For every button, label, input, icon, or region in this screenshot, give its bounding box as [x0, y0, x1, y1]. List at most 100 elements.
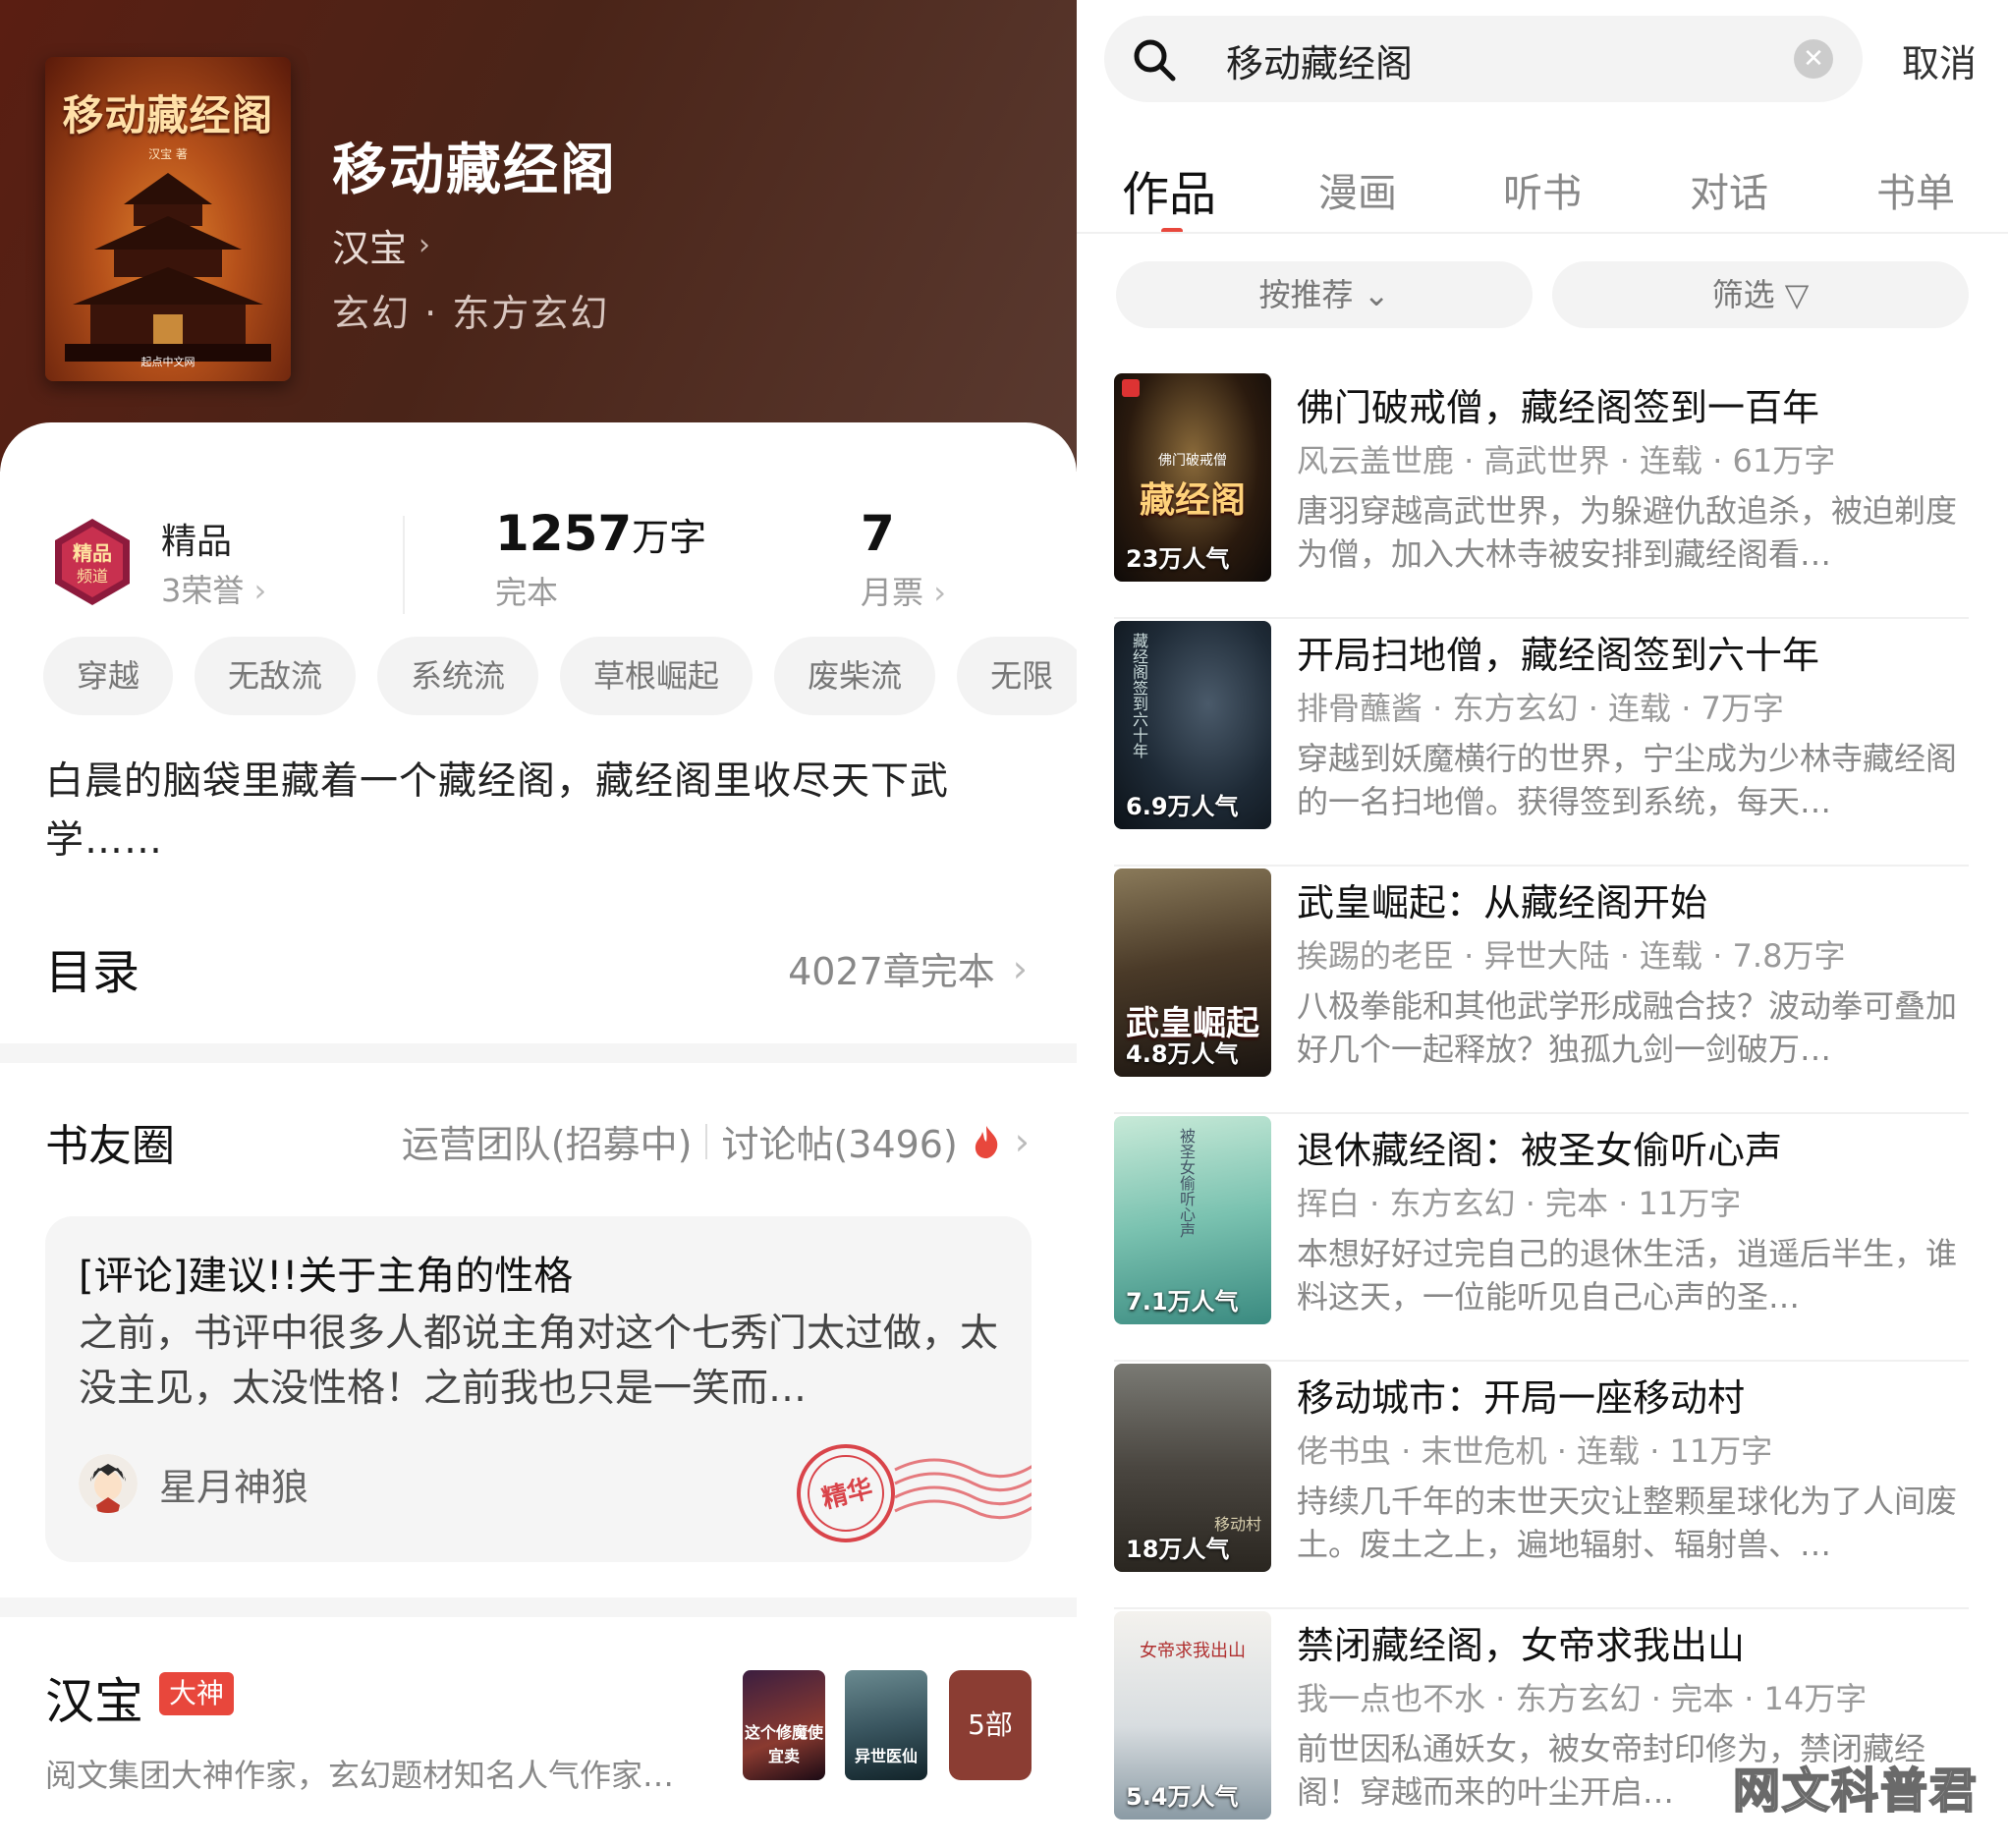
filter-label: 筛选	[1711, 276, 1775, 313]
result-title: 禁闭藏经阁，女帝求我出山	[1297, 1624, 1746, 1667]
level-label: 精品	[161, 522, 233, 562]
stats-row: 精品 频道 精品 3荣誉 › 1257万字 完本 7 月票 ›	[0, 462, 1077, 614]
post-username: 星月神狼	[159, 1465, 309, 1509]
screenshot-root: 移动藏经阁 汉宝 著 起点中文网 移动藏经阁 汉宝 › 玄幻 · 东方玄幻 精品…	[0, 0, 2008, 1848]
search-result-list: 藏经阁 佛门破戒僧 23万人气 佛门破戒僧，藏经阁签到一百年 风云盖世鹿 · 高…	[1114, 373, 1969, 1848]
book-genre: 玄幻 · 东方玄幻	[332, 292, 610, 335]
cancel-button[interactable]: 取消	[1902, 33, 1977, 87]
honors-link[interactable]: 3荣誉 ›	[161, 566, 266, 611]
reader-circle-title: 书友圈	[45, 1121, 175, 1171]
tab-audio[interactable]: 听书	[1503, 161, 1582, 218]
result-title: 开局扫地僧，藏经阁签到六十年	[1297, 634, 1820, 677]
svg-text:精品: 精品	[73, 541, 112, 565]
search-bar[interactable]: 移动藏经阁 ✕	[1104, 16, 1863, 102]
book-hero: 移动藏经阁 汉宝 著 起点中文网 移动藏经阁 汉宝 › 玄幻 · 东方玄幻	[0, 0, 1077, 472]
book-author-link[interactable]: 汉宝 ›	[332, 218, 430, 272]
author-work-title: 这个修魔使宜卖	[744, 1723, 823, 1765]
author-row[interactable]: 汉宝 大神 阅文集团大神作家，玄幻题材知名人气作家… 这个修魔使宜卖 异世医仙 …	[0, 1621, 1077, 1827]
result-meta: 挨踢的老臣 · 异世大陆 · 连载 · 7.8万字	[1297, 937, 1846, 975]
book-title: 移动藏经阁	[332, 139, 617, 202]
popularity-label: 23万人气	[1126, 545, 1230, 573]
post-author[interactable]: 星月神狼	[79, 1454, 308, 1513]
tag-chip[interactable]: 穿越	[43, 637, 174, 715]
result-description: 八极拳能和其他武学形成融合技？波动拳可叠加好几个一起释放？独孤九剑一剑破万…	[1297, 987, 1958, 1068]
author-work-cover[interactable]: 这个修魔使宜卖	[743, 1670, 825, 1780]
result-description: 唐羽穿越高武世界，为躲避仇敌追杀，被迫剃度为僧，加入大林寺被安排到藏经阁看…	[1297, 492, 1958, 573]
result-title: 佛门破戒僧，藏经阁签到一百年	[1297, 386, 1820, 429]
book-description[interactable]: 白晨的脑袋里藏着一个藏经阁，藏经阁里收尽天下武学……	[45, 753, 1028, 870]
divider	[1077, 232, 2008, 234]
list-item[interactable]: 武皇崛起 4.8万人气 武皇崛起：从藏经阁开始 挨踢的老臣 · 异世大陆 · 连…	[1114, 868, 1969, 1114]
result-description: 本想好好过完自己的退休生活，逍遥后半生，谁料这天，一位能听见自己心声的圣…	[1297, 1235, 1958, 1316]
monthly-votes-link[interactable]: 月票 ›	[861, 568, 946, 613]
tag-chip[interactable]: 废柴流	[774, 637, 936, 715]
sort-dropdown[interactable]: 按推荐 ⌄	[1116, 261, 1533, 328]
ops-team-link[interactable]: 运营团队(招募中)	[402, 1114, 693, 1168]
result-cover: 女帝求我出山 5.4万人气	[1114, 1611, 1271, 1820]
tag-chip[interactable]: 无敌流	[195, 637, 357, 715]
tag-chip[interactable]: 无限	[957, 637, 1077, 715]
cover-subtitle: 女帝求我出山	[1140, 1641, 1246, 1661]
tab-comics[interactable]: 漫画	[1318, 161, 1397, 218]
tab-booklists[interactable]: 书单	[1876, 161, 1955, 218]
monthly-votes-label: 月票	[861, 574, 924, 611]
author-description: 阅文集团大神作家，玄幻题材知名人气作家…	[45, 1757, 675, 1794]
featured-post-card[interactable]: [评论]建议!!关于主角的性格 之前，书评中很多人都说主角对这个七秀门太过做，太…	[45, 1216, 1032, 1562]
popularity-label: 7.1万人气	[1126, 1288, 1239, 1316]
result-meta: 排骨蘸酱 · 东方玄幻 · 连载 · 7万字	[1297, 690, 1784, 727]
toc-title: 目录	[45, 945, 140, 1000]
publisher-logo-icon	[1122, 379, 1140, 397]
clear-icon[interactable]: ✕	[1794, 39, 1833, 79]
tag-chip[interactable]: 系统流	[377, 637, 539, 715]
tab-works[interactable]: 作品	[1122, 155, 1216, 224]
funnel-icon: ▽	[1784, 276, 1810, 313]
search-input[interactable]: 移动藏经阁	[1226, 33, 1413, 87]
more-works-button[interactable]: 5部	[949, 1670, 1032, 1780]
popularity-label: 4.8万人气	[1126, 1040, 1239, 1068]
popularity-label: 6.9万人气	[1126, 793, 1239, 820]
author-work-title: 异世医仙	[854, 1747, 918, 1765]
cover-subtitle: 藏经阁签到六十年	[1130, 633, 1148, 758]
tag-chip[interactable]: 草根崛起	[560, 637, 753, 715]
tag-list: 穿越 无敌流 系统流 草根崛起 废柴流 无限	[43, 637, 1077, 715]
cover-title: 移动藏经阁	[62, 91, 274, 140]
cover-subtitle: 被圣女偷听心声	[1177, 1128, 1196, 1238]
author-level-badge: 大神	[159, 1672, 235, 1715]
author-work-cover[interactable]: 异世医仙	[845, 1670, 927, 1780]
divider	[403, 516, 405, 614]
watermark: 网文科普君	[1732, 1763, 1979, 1820]
book-detail-pane: 移动藏经阁 汉宝 著 起点中文网 移动藏经阁 汉宝 › 玄幻 · 东方玄幻 精品…	[0, 0, 1077, 1848]
list-item[interactable]: 移动村 18万人气 移动城市：开局一座移动村 佬书虫 · 末世危机 · 连载 ·…	[1114, 1364, 1969, 1609]
chevron-right-icon: ›	[1012, 946, 1028, 990]
result-meta: 挥白 · 东方玄幻 · 完本 · 11万字	[1297, 1185, 1742, 1222]
book-cover[interactable]: 移动藏经阁 汉宝 著 起点中文网	[45, 57, 291, 381]
pagoda-illustration	[65, 173, 271, 362]
list-item[interactable]: 藏经阁签到六十年 6.9万人气 开局扫地僧，藏经阁签到六十年 排骨蘸酱 · 东方…	[1114, 621, 1969, 867]
discussion-link[interactable]: 讨论帖(3496)	[721, 1114, 957, 1168]
filter-button[interactable]: 筛选 ▽	[1552, 261, 1969, 328]
search-icon	[1134, 39, 1176, 82]
word-count: 1257万字	[495, 505, 706, 562]
section-divider	[0, 1043, 1077, 1063]
status-label: 完本	[495, 574, 559, 611]
cover-text: 藏经阁	[1139, 479, 1246, 521]
tab-dialogue[interactable]: 对话	[1690, 161, 1768, 218]
result-description: 穿越到妖魔横行的世界，宁尘成为少林寺藏经阁的一名扫地僧。获得签到系统，每天…	[1297, 740, 1958, 820]
list-item[interactable]: 被圣女偷听心声 7.1万人气 退休藏经阁：被圣女偷听心声 挥白 · 东方玄幻 ·…	[1114, 1116, 1969, 1362]
result-title: 武皇崛起：从藏经阁开始	[1297, 881, 1708, 924]
list-item[interactable]: 藏经阁 佛门破戒僧 23万人气 佛门破戒僧，藏经阁签到一百年 风云盖世鹿 · 高…	[1114, 373, 1969, 619]
chevron-right-icon: ›	[253, 572, 267, 609]
divider	[705, 1123, 708, 1159]
word-count-number: 1257	[495, 505, 633, 562]
honors-count: 3荣誉	[161, 572, 245, 609]
popularity-label: 5.4万人气	[1126, 1783, 1239, 1811]
chapter-count: 4027章完本	[788, 950, 995, 993]
result-cover: 被圣女偷听心声 7.1万人气	[1114, 1116, 1271, 1324]
result-cover: 藏经阁签到六十年 6.9万人气	[1114, 621, 1271, 829]
word-count-unit: 万字	[632, 516, 707, 559]
table-of-contents-row[interactable]: 目录 4027章完本 ›	[45, 933, 1028, 1012]
chevron-right-icon: ›	[1014, 1119, 1030, 1163]
search-results-pane: 移动藏经阁 ✕ 取消 作品 漫画 听书 对话 书单 按推荐 ⌄ 筛选 ▽ 藏经阁…	[1077, 0, 2008, 1848]
toc-info: 4027章完本 ›	[788, 941, 1028, 995]
author-name: 汉宝	[45, 1673, 143, 1730]
